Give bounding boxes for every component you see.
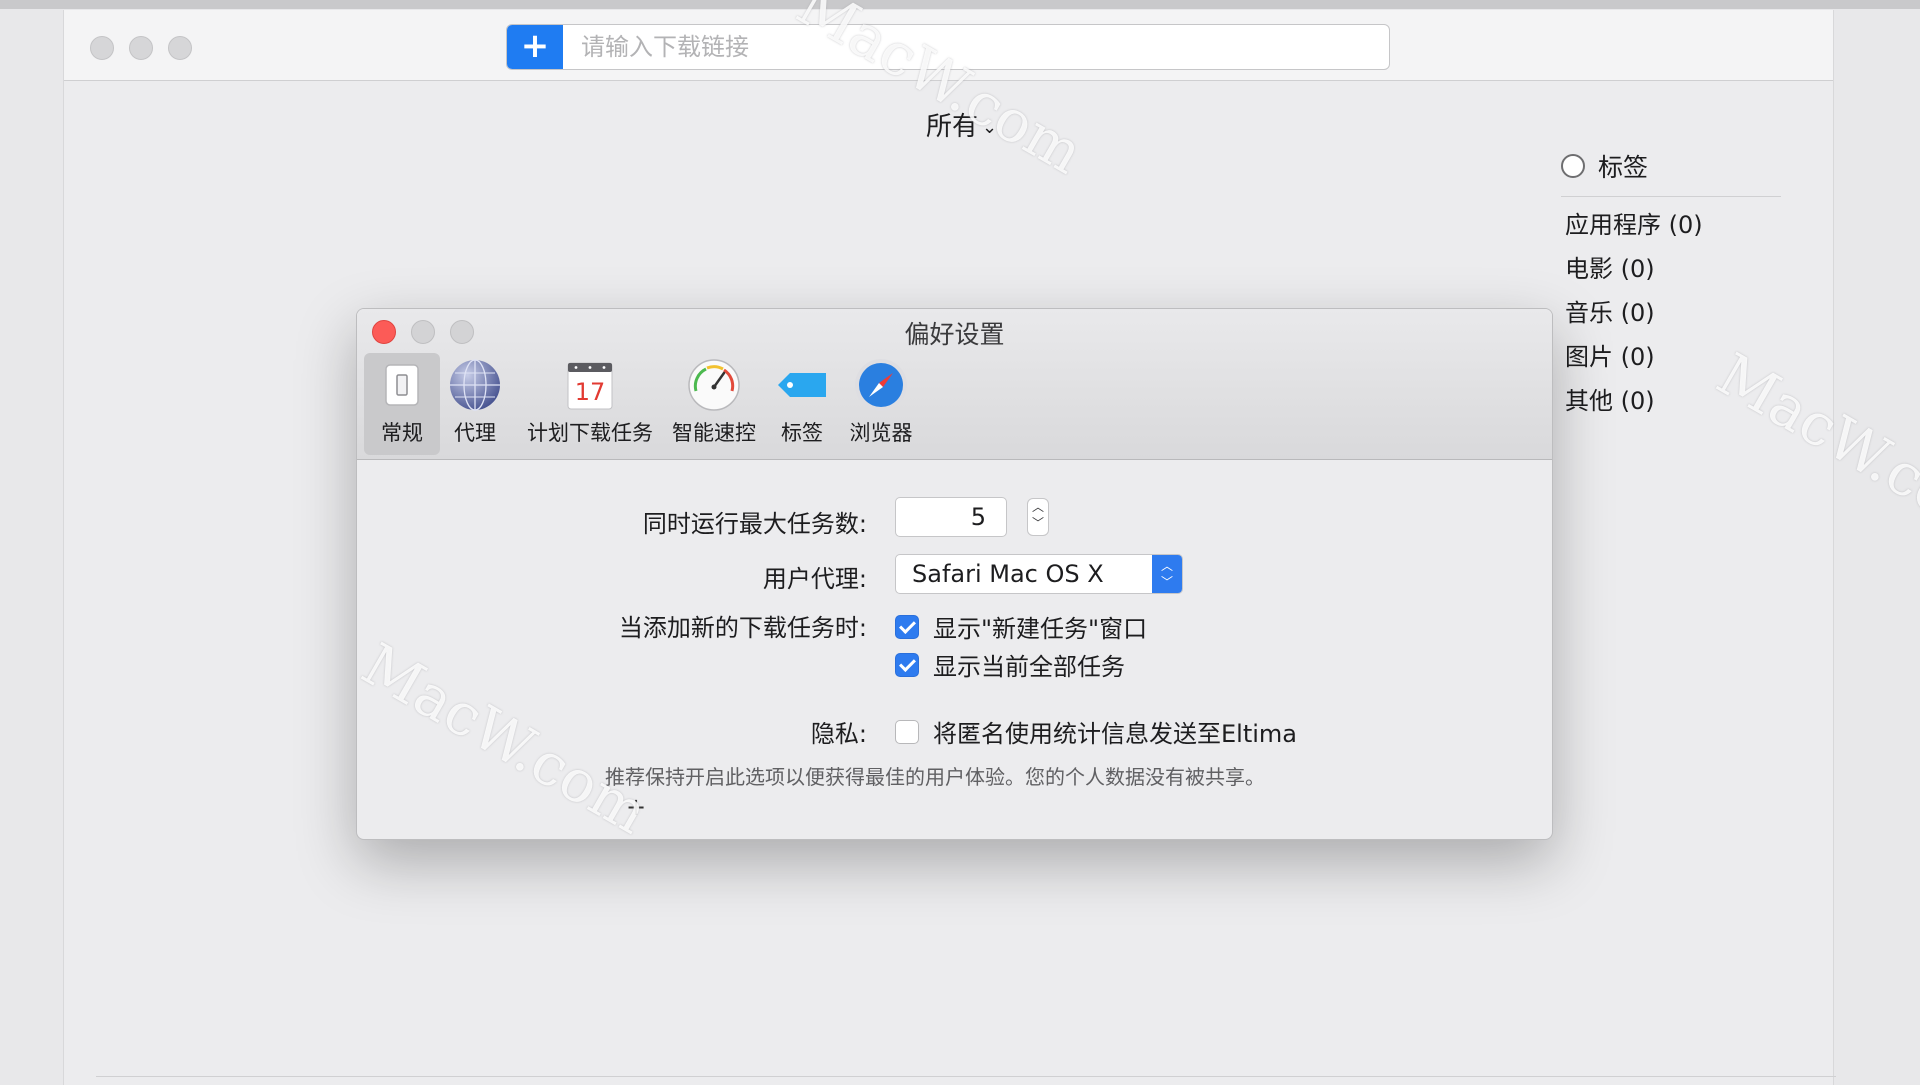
preferences-title: 偏好设置 xyxy=(904,320,1005,349)
privacy-hint: 推荐保持开启此选项以便获得最佳的用户体验。您的个人数据没有被共享。 xyxy=(605,765,1265,789)
calendar-icon: 17 xyxy=(567,362,613,410)
tag-item-pictures[interactable]: 图片 (0) xyxy=(1561,335,1781,379)
tag-item-apps[interactable]: 应用程序 (0) xyxy=(1561,203,1781,247)
tab-speed-control[interactable]: 智能速控 xyxy=(668,353,760,455)
tab-browser[interactable]: 浏览器 xyxy=(843,353,919,455)
preferences-dialog: 偏好设置 常规 代理 17 计划下载任务 智能速控 标签 浏览器 同时运行最大任… xyxy=(356,308,1553,840)
max-tasks-field[interactable]: 5 xyxy=(895,497,1007,537)
tag-icon xyxy=(778,373,826,397)
show-new-task-option[interactable]: 显示"新建任务"窗口 xyxy=(895,609,1147,644)
zoom-window-button[interactable] xyxy=(168,36,192,60)
category-filter-dropdown[interactable]: 所有 ⌄ xyxy=(926,106,997,143)
tags-panel: 标签 应用程序 (0) 电影 (0) 音乐 (0) 图片 (0) 其他 (0) xyxy=(1561,146,1781,423)
stepper-up-icon[interactable]: ︿ xyxy=(1032,500,1044,514)
user-agent-label: 用户代理: xyxy=(762,565,867,593)
switch-icon xyxy=(385,364,419,406)
tab-tags[interactable]: 标签 xyxy=(767,353,837,455)
add-download-button[interactable]: + xyxy=(507,25,563,69)
close-window-button[interactable] xyxy=(90,36,114,60)
max-tasks-label: 同时运行最大任务数: xyxy=(642,510,867,538)
show-new-task-label: 显示"新建任务"窗口 xyxy=(933,615,1148,643)
tag-item-other[interactable]: 其他 (0) xyxy=(1561,379,1781,423)
tab-proxy-label: 代理 xyxy=(454,421,496,445)
preferences-toolbar: 偏好设置 常规 代理 17 计划下载任务 智能速控 标签 浏览器 xyxy=(357,309,1552,460)
tab-scheduler[interactable]: 17 计划下载任务 xyxy=(525,353,655,455)
add-download-bar: + xyxy=(506,24,1390,70)
chevron-down-icon: ⌄ xyxy=(982,117,998,138)
stepper-down-icon[interactable]: ﹀ xyxy=(1032,516,1044,530)
tab-speed-control-label: 智能速控 xyxy=(672,421,756,445)
crosshair-cursor-icon: + xyxy=(626,793,647,821)
tag-item-music[interactable]: 音乐 (0) xyxy=(1561,291,1781,335)
tab-tags-label: 标签 xyxy=(781,421,823,445)
tab-general[interactable]: 常规 xyxy=(364,353,440,455)
tab-proxy[interactable]: 代理 xyxy=(441,353,509,455)
send-stats-label: 将匿名使用统计信息发送至Eltima xyxy=(933,720,1297,748)
on-add-task-label: 当添加新的下载任务时: xyxy=(618,614,867,642)
download-url-input[interactable] xyxy=(563,25,1385,69)
compass-icon xyxy=(855,359,907,411)
globe-icon xyxy=(450,359,500,411)
tab-scheduler-label: 计划下载任务 xyxy=(527,421,653,445)
tab-general-label: 常规 xyxy=(381,421,423,445)
show-all-tasks-option[interactable]: 显示当前全部任务 xyxy=(895,647,1125,682)
divider xyxy=(96,1076,1836,1077)
main-titlebar: + xyxy=(64,10,1833,81)
calendar-day: 17 xyxy=(575,378,606,406)
privacy-label: 隐私: xyxy=(810,720,867,748)
minimize-window-button[interactable] xyxy=(129,36,153,60)
tab-browser-label: 浏览器 xyxy=(849,421,913,445)
category-filter-label: 所有 xyxy=(926,112,979,142)
send-stats-checkbox[interactable] xyxy=(895,719,919,744)
speedometer-icon xyxy=(688,359,740,411)
send-stats-option[interactable]: 将匿名使用统计信息发送至Eltima xyxy=(895,714,1297,749)
user-agent-value: Safari Mac OS X xyxy=(912,560,1104,588)
screen-top-strip xyxy=(0,0,1920,9)
tags-header-label: 标签 xyxy=(1598,153,1649,182)
radio-icon[interactable] xyxy=(1561,154,1585,178)
user-agent-select[interactable]: Safari Mac OS X ︿ ﹀ xyxy=(895,554,1183,594)
plus-icon: + xyxy=(520,26,550,66)
select-arrows-icon: ︿ ﹀ xyxy=(1152,555,1182,593)
show-all-tasks-label: 显示当前全部任务 xyxy=(933,653,1125,681)
tag-item-movies[interactable]: 电影 (0) xyxy=(1561,247,1781,291)
show-all-tasks-checkbox[interactable] xyxy=(895,652,919,677)
max-tasks-stepper[interactable]: ︿ ﹀ xyxy=(1027,498,1049,536)
tags-header[interactable]: 标签 xyxy=(1561,146,1781,186)
divider xyxy=(1561,196,1781,197)
show-new-task-checkbox[interactable] xyxy=(895,614,919,639)
